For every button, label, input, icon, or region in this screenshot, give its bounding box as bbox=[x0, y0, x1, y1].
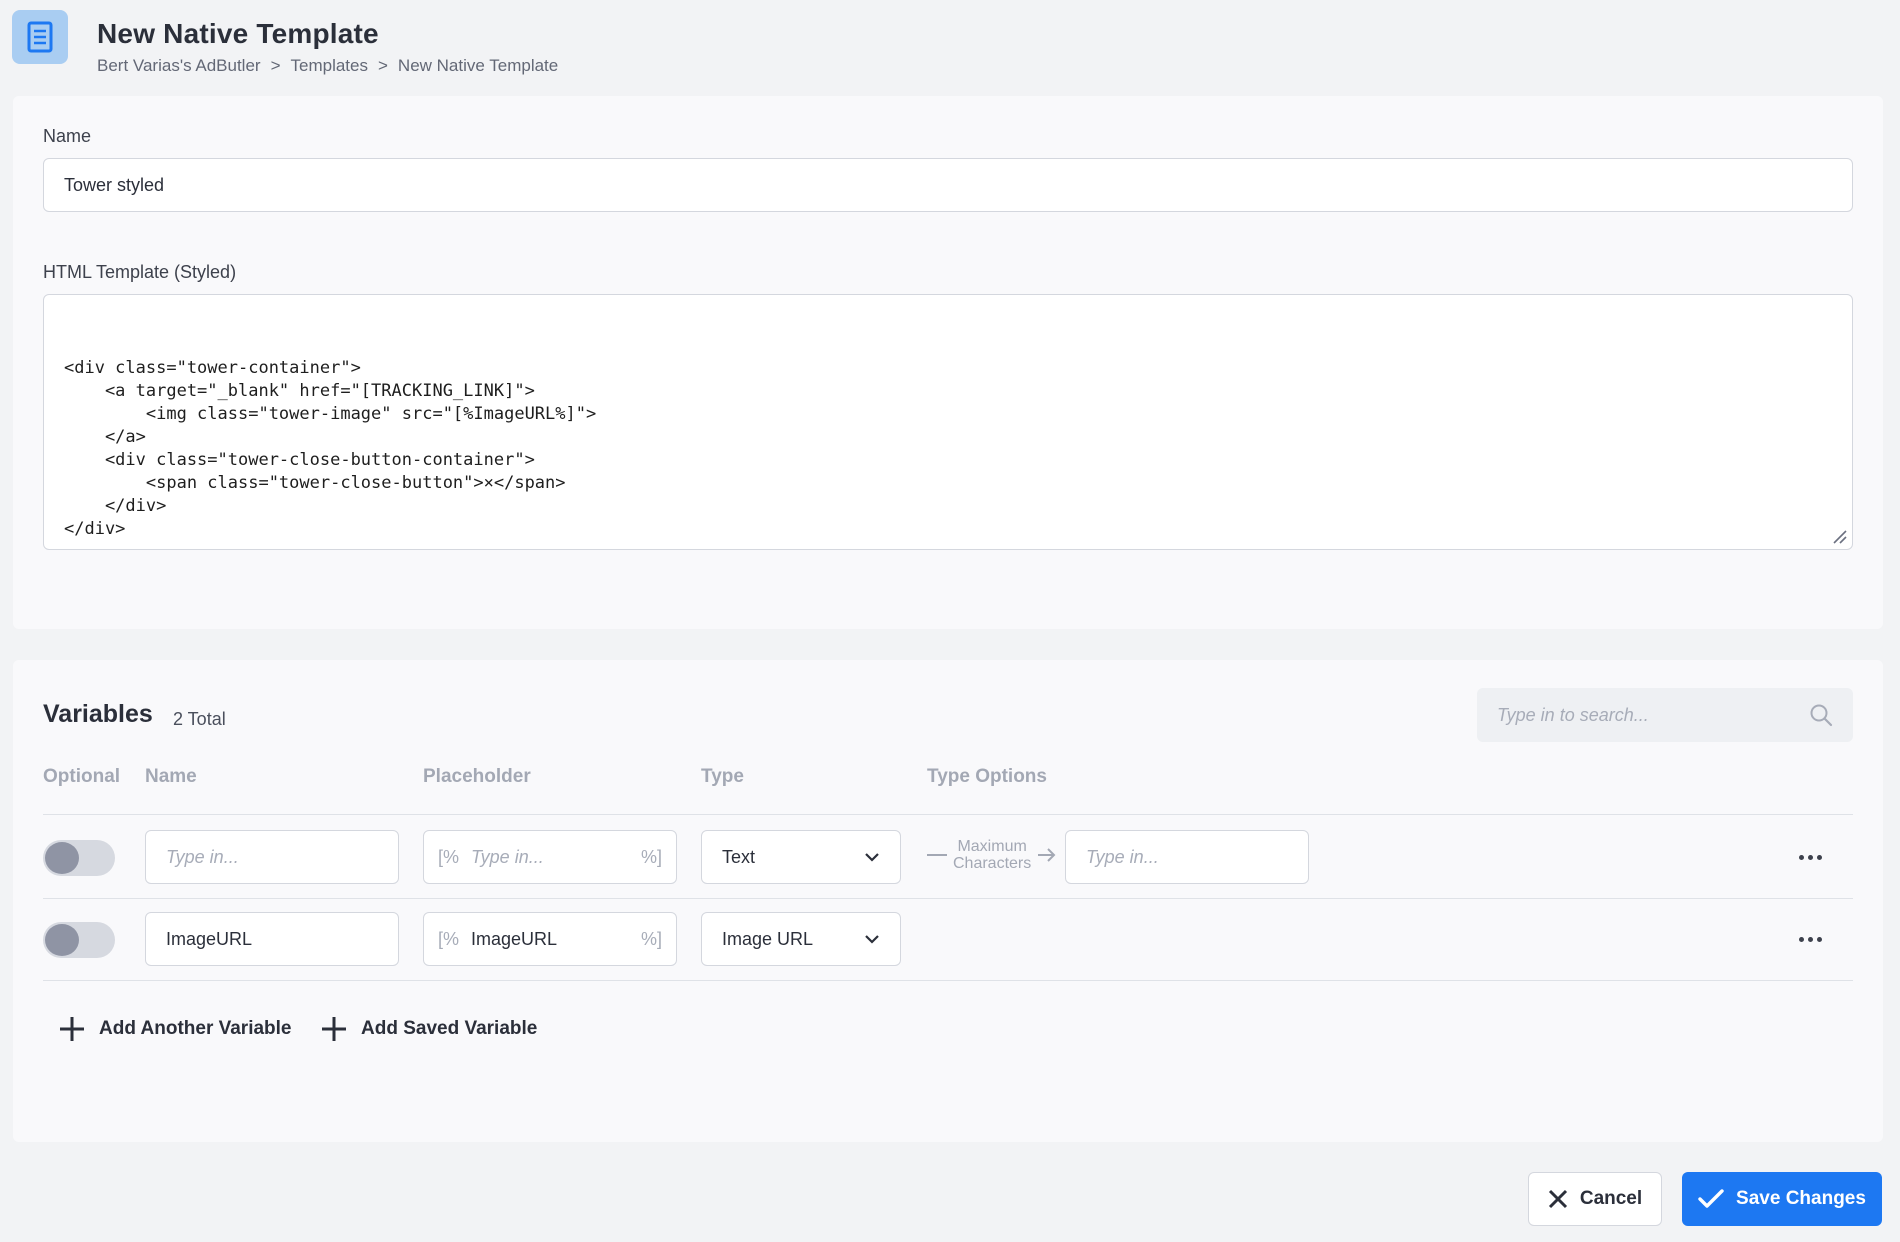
document-icon bbox=[12, 10, 68, 64]
dash-icon bbox=[927, 854, 947, 856]
html-template-label: HTML Template (Styled) bbox=[43, 262, 237, 282]
max-characters-label: Maximum Characters bbox=[927, 838, 1057, 872]
plus-icon bbox=[60, 1017, 84, 1041]
name-label: Name bbox=[43, 126, 92, 146]
breadcrumb-separator: > bbox=[377, 56, 388, 75]
column-name: Name bbox=[145, 766, 197, 787]
variable-placeholder-input[interactable]: [% Type in... %] bbox=[423, 830, 677, 884]
max-label-line2: Characters bbox=[953, 855, 1032, 872]
page-header: New Native Template Bert Varias's AdButl… bbox=[12, 10, 1882, 90]
breadcrumb: Bert Varias's AdButler > Templates > New… bbox=[97, 56, 558, 76]
column-type-options: Type Options bbox=[927, 766, 1047, 787]
html-template-editor[interactable]: <div class="tower-container"> <a target=… bbox=[43, 294, 1853, 550]
page-title: New Native Template bbox=[97, 18, 379, 49]
variable-name-value: ImageURL bbox=[166, 928, 253, 949]
add-another-variable-label: Add Another Variable bbox=[99, 1018, 292, 1039]
search-placeholder: Type in to search... bbox=[1497, 704, 1649, 725]
toggle-knob bbox=[45, 842, 79, 874]
add-another-variable-button[interactable]: Add Another Variable bbox=[59, 1016, 292, 1042]
add-saved-variable-label: Add Saved Variable bbox=[361, 1018, 538, 1039]
breadcrumb-separator: > bbox=[270, 56, 281, 75]
save-label: Save Changes bbox=[1736, 1188, 1866, 1209]
html-template-code: <div class="tower-container"> <a target=… bbox=[64, 358, 597, 539]
variable-type-value: Text bbox=[722, 846, 756, 867]
placeholder-hint: Type in... bbox=[471, 846, 544, 867]
placeholder-open-bracket: [% bbox=[438, 928, 460, 949]
max-label-line1: Maximum bbox=[957, 838, 1027, 855]
arrow-right-icon bbox=[1038, 848, 1056, 862]
placeholder-value: ImageURL bbox=[471, 928, 558, 949]
placeholder-close-bracket: %] bbox=[640, 928, 662, 949]
breadcrumb-item-current: New Native Template bbox=[397, 56, 559, 75]
more-options-icon[interactable] bbox=[1799, 855, 1822, 860]
variables-card: Variables 2 Total Type in to search... O… bbox=[13, 660, 1883, 1142]
variable-name-input[interactable]: Type in... bbox=[145, 830, 399, 884]
name-input-value: Tower styled bbox=[64, 174, 165, 195]
cancel-button[interactable]: Cancel bbox=[1528, 1172, 1662, 1226]
divider bbox=[43, 814, 1853, 815]
chevron-down-icon bbox=[865, 935, 879, 944]
plus-icon bbox=[322, 1017, 346, 1041]
optional-toggle[interactable] bbox=[43, 922, 115, 958]
max-characters-placeholder: Type in... bbox=[1086, 846, 1159, 867]
placeholder-close-bracket: %] bbox=[640, 846, 662, 867]
more-options-icon[interactable] bbox=[1799, 937, 1822, 942]
variable-type-select[interactable]: Image URL bbox=[701, 912, 901, 966]
max-characters-input[interactable]: Type in... bbox=[1065, 830, 1309, 884]
breadcrumb-item-templates[interactable]: Templates bbox=[291, 56, 368, 76]
divider bbox=[43, 898, 1853, 899]
column-optional: Optional bbox=[43, 766, 121, 787]
chevron-down-icon bbox=[865, 853, 879, 862]
variable-type-select[interactable]: Text bbox=[701, 830, 901, 884]
variable-name-placeholder: Type in... bbox=[166, 846, 239, 867]
divider bbox=[43, 980, 1853, 981]
variables-count: 2 Total bbox=[173, 709, 226, 729]
toggle-knob bbox=[45, 924, 79, 956]
column-placeholder: Placeholder bbox=[423, 766, 531, 787]
save-changes-button[interactable]: Save Changes bbox=[1682, 1172, 1882, 1226]
search-icon bbox=[1810, 704, 1833, 727]
close-icon bbox=[1548, 1189, 1567, 1209]
template-details-card: Name Tower styled HTML Template (Styled)… bbox=[13, 96, 1883, 629]
optional-toggle[interactable] bbox=[43, 840, 115, 876]
variable-name-input[interactable]: ImageURL bbox=[145, 912, 399, 966]
breadcrumb-item-account[interactable]: Bert Varias's AdButler bbox=[97, 56, 261, 76]
variables-title: Variables bbox=[43, 700, 153, 728]
resize-handle-icon[interactable] bbox=[1830, 527, 1848, 545]
variable-placeholder-input[interactable]: [% ImageURL %] bbox=[423, 912, 677, 966]
cancel-label: Cancel bbox=[1579, 1188, 1643, 1209]
variables-search-input[interactable]: Type in to search... bbox=[1477, 688, 1853, 742]
placeholder-open-bracket: [% bbox=[438, 846, 460, 867]
name-input[interactable]: Tower styled bbox=[43, 158, 1853, 212]
variable-type-value: Image URL bbox=[722, 928, 814, 949]
check-icon bbox=[1698, 1189, 1724, 1208]
add-saved-variable-button[interactable]: Add Saved Variable bbox=[321, 1016, 537, 1042]
column-type: Type bbox=[701, 766, 744, 787]
